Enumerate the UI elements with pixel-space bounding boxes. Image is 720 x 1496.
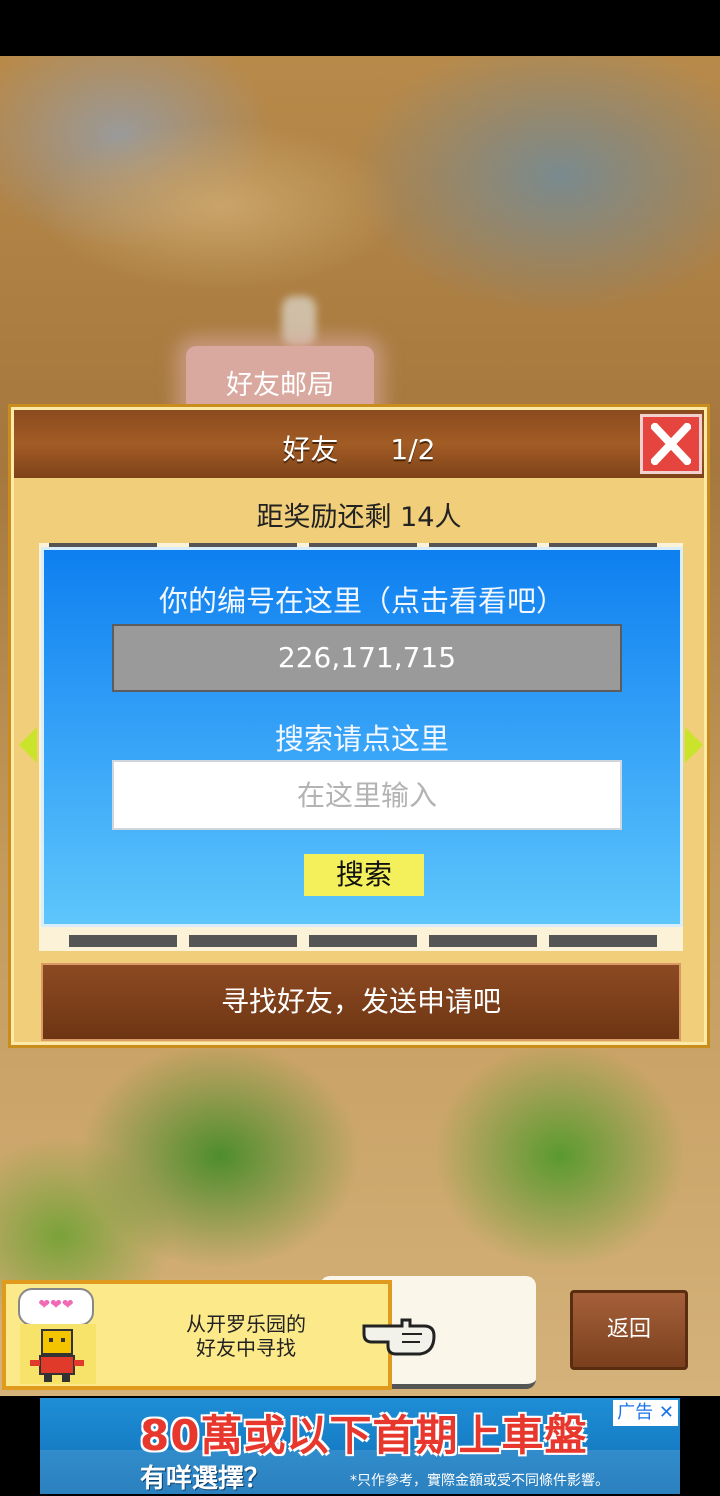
ad-banner[interactable]: 80萬或以下首期上車盤 有咩選擇？ *只作參考，實際金額或受不同條件影響。 广告… <box>40 1398 680 1494</box>
tip-text-line2: 好友中寻找 <box>196 1336 296 1360</box>
friend-slot <box>69 935 177 947</box>
tip-text: 从开罗乐园的 好友中寻找 <box>146 1312 346 1360</box>
friend-slot <box>309 935 417 947</box>
tip-text-line1: 从开罗乐园的 <box>186 1312 306 1336</box>
pointing-hand-icon <box>362 1318 436 1356</box>
find-friends-button[interactable]: 寻找好友，发送申请吧 <box>41 963 681 1041</box>
page-indicator: 1/2 <box>390 433 436 466</box>
user-id-display[interactable]: 226,171,715 <box>112 624 622 692</box>
friends-dialog: 好友 1/2 距奖励还剩 14人 你的编号在这里（点击看看吧） 226,171,… <box>8 404 710 1048</box>
ad-label[interactable]: 广告 ✕ <box>613 1400 678 1426</box>
your-id-label: 你的编号在这里（点击看看吧） <box>158 584 565 618</box>
search-button[interactable]: 搜索 <box>304 854 424 896</box>
dialog-header: 好友 1/2 <box>14 410 704 478</box>
ad-subline: 有咩選擇？ <box>140 1464 271 1494</box>
dialog-title: 好友 1/2 <box>14 428 704 468</box>
friend-slot <box>429 935 537 947</box>
hearts-bubble-icon: ❤❤❤ <box>18 1288 94 1326</box>
close-icon <box>651 423 691 465</box>
ad-label-text: 广告 <box>617 1402 654 1423</box>
ad-headline: 80萬或以下首期上車盤 <box>140 1411 588 1460</box>
status-bar <box>0 0 720 56</box>
friend-slot <box>549 935 657 947</box>
prev-page-arrow-icon[interactable] <box>19 727 37 763</box>
ad-close-icon[interactable]: ✕ <box>659 1402 674 1423</box>
friend-search-panel: 你的编号在这里（点击看看吧） 226,171,715 搜索请点这里 搜索 <box>41 547 683 927</box>
friend-id-search-input[interactable] <box>112 760 622 830</box>
reward-progress-text: 距奖励还剩 14人 <box>256 502 462 533</box>
friend-slot <box>189 935 297 947</box>
find-from-park-card[interactable]: ❤❤❤ 从开罗乐园的 好友中寻找 <box>2 1280 436 1390</box>
signpost-pole <box>282 296 316 346</box>
kairobot-character-icon <box>20 1324 96 1384</box>
back-button[interactable]: 返回 <box>570 1290 688 1370</box>
search-label: 搜索请点这里 <box>274 722 449 756</box>
next-page-arrow-icon[interactable] <box>685 727 703 763</box>
ad-fine-print: *只作參考，實際金額或受不同條件影響。 <box>350 1473 609 1489</box>
close-button[interactable] <box>640 414 702 474</box>
dialog-title-text: 好友 <box>282 433 339 466</box>
